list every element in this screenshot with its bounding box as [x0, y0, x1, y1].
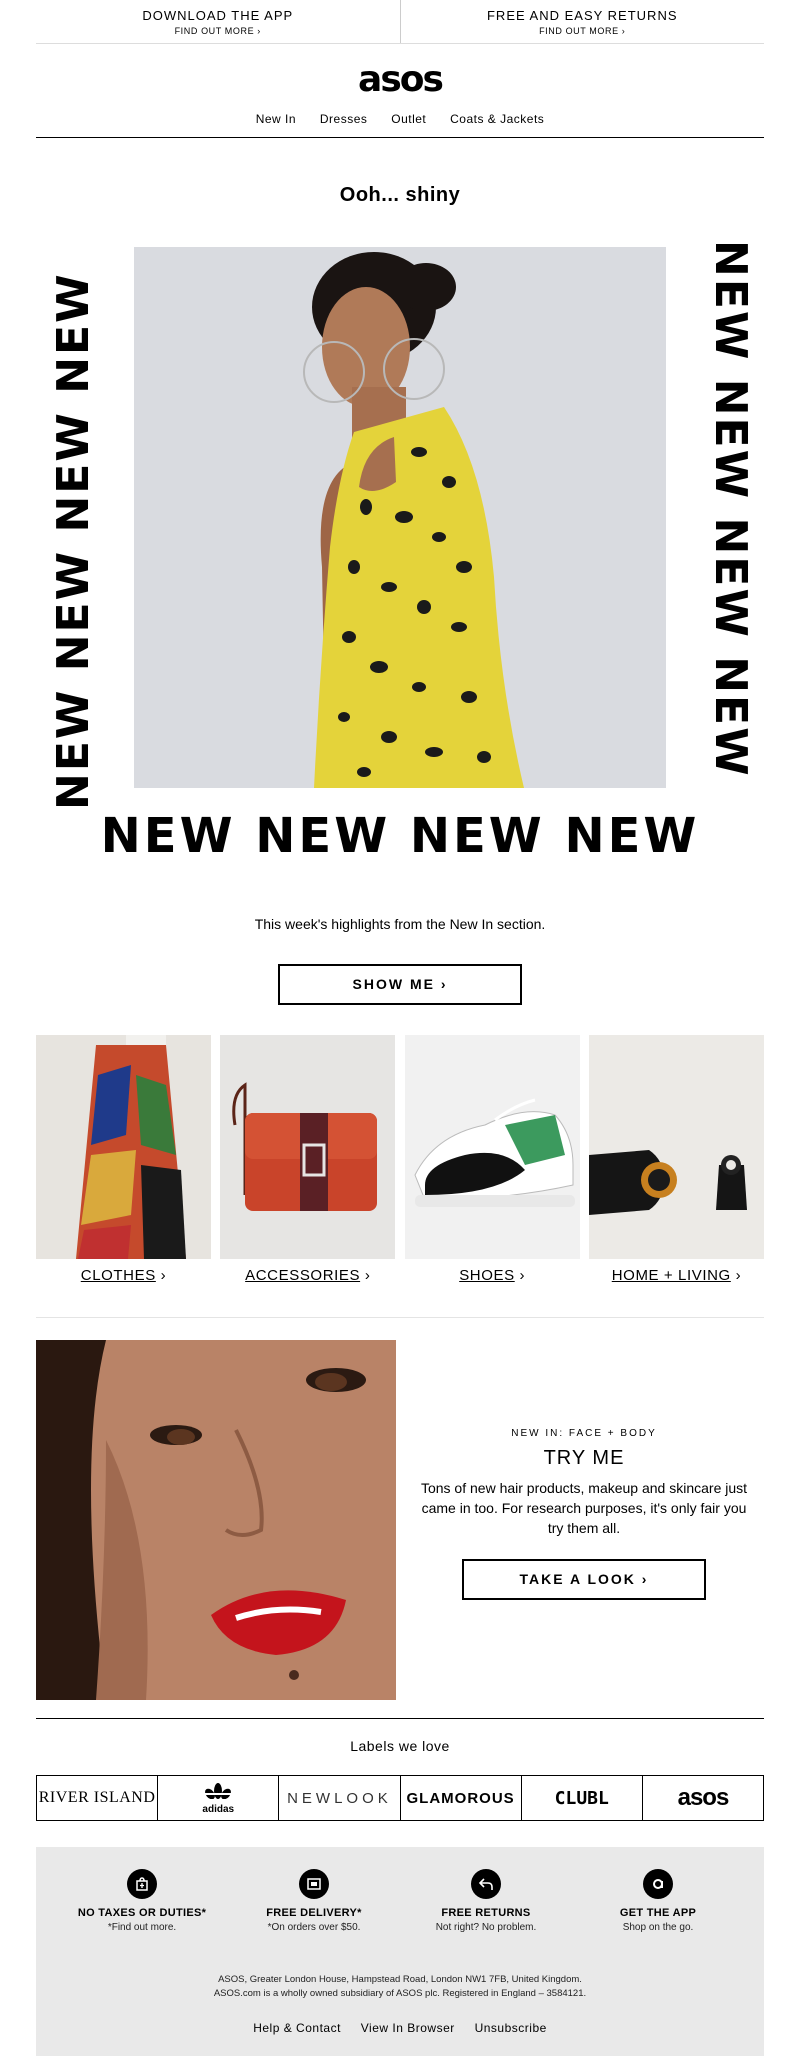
asos-app-icon: [643, 1869, 673, 1899]
brand-river-island[interactable]: RIVER ISLAND: [37, 1776, 157, 1820]
perk-get-app-sub: Shop on the go.: [622, 1922, 694, 1933]
promo-face-image[interactable]: [36, 1340, 396, 1700]
promo-body: Tons of new hair products, makeup and sk…: [420, 1480, 748, 1536]
brand-glamorous[interactable]: GLAMOROUS: [399, 1776, 521, 1820]
brand-strip: RIVER ISLAND adidas NEWLOOK GLAMOROUS CL…: [36, 1775, 764, 1821]
svg-text:asos: asos: [358, 62, 442, 98]
nav-outlet[interactable]: Outlet: [391, 112, 426, 126]
top-bar: DOWNLOAD THE APP FIND OUT MORE › FREE AN…: [36, 0, 764, 44]
main-nav: New In Dresses Outlet Coats & Jackets: [0, 112, 800, 126]
perk-get-app-title: GET THE APP: [619, 1907, 697, 1919]
address-line-2: ASOS.com is a wholly owned subsidiary of…: [213, 1988, 587, 1999]
category-home-living-label[interactable]: HOME + LIVING ›: [589, 1267, 764, 1284]
perk-get-app[interactable]: GET THE APP Shop on the go.: [578, 1869, 738, 1933]
brand-adidas-logo: adidas: [202, 1781, 235, 1815]
nav-divider: [36, 137, 764, 138]
brand-adidas[interactable]: adidas: [157, 1776, 278, 1820]
category-shoes-image[interactable]: [404, 1035, 580, 1259]
promo-text: NEW IN: FACE + BODY TRY ME Tons of new h…: [416, 1420, 752, 1538]
category-accessories-label[interactable]: ACCESSORIES ›: [220, 1267, 395, 1284]
new-text-bottom: NEW NEW NEW NEW: [100, 808, 700, 864]
adidas-trefoil-icon: [202, 1783, 235, 1800]
categories-divider: [36, 1317, 764, 1318]
perk-no-taxes-sub: *Find out more.: [107, 1922, 177, 1933]
category-shoes-label[interactable]: SHOES ›: [405, 1267, 580, 1284]
footer-link-view-browser[interactable]: View In Browser: [361, 2021, 455, 2035]
free-returns-title: FREE AND EASY RETURNS: [486, 8, 678, 23]
nav-coats-jackets[interactable]: Coats & Jackets: [450, 112, 544, 126]
brand-new-look[interactable]: NEWLOOK: [278, 1776, 399, 1820]
headline: Ooh... shiny: [339, 184, 461, 206]
brand-club-l[interactable]: CLUBL: [520, 1776, 642, 1820]
company-address: ASOS, Greater London House, Hampstead Ro…: [36, 1973, 764, 2001]
category-shoes[interactable]: SHOES ›: [404, 1035, 580, 1284]
hero-image[interactable]: [134, 247, 666, 788]
asos-logo[interactable]: asos: [0, 62, 800, 103]
brand-club-l-logo: CLUBL: [554, 1787, 609, 1809]
take-a-look-button[interactable]: TAKE A LOOK ›: [462, 1559, 706, 1600]
perks-row: NO TAXES OR DUTIES* *Find out more. FREE…: [36, 1869, 764, 1933]
category-accessories-image[interactable]: [220, 1035, 396, 1259]
delivery-truck-icon: [299, 1869, 329, 1899]
hero-model-illustration: [134, 247, 666, 788]
new-text-left: NEW NEW NEW NEW: [48, 272, 99, 810]
brand-asos-logo: asos: [677, 1784, 730, 1811]
perk-free-delivery-sub: *On orders over $50.: [267, 1922, 361, 1933]
return-arrow-icon: [471, 1869, 501, 1899]
category-clothes-label[interactable]: CLOTHES ›: [36, 1267, 211, 1284]
category-clothes-image[interactable]: [36, 1035, 211, 1259]
brand-asos[interactable]: asos: [641, 1776, 763, 1820]
free-returns-banner[interactable]: FREE AND EASY RETURNS FIND OUT MORE ›: [399, 0, 765, 43]
perk-free-delivery[interactable]: FREE DELIVERY* *On orders over $50.: [234, 1869, 394, 1933]
show-me-button[interactable]: SHOW ME ›: [278, 964, 522, 1005]
perk-free-returns-title: FREE RETURNS: [441, 1907, 531, 1919]
download-app-title: DOWNLOAD THE APP: [142, 8, 294, 23]
perk-free-returns[interactable]: FREE RETURNS Not right? No problem.: [406, 1869, 566, 1933]
asos-logo-icon: asos: [358, 62, 444, 98]
labels-divider: [36, 1718, 764, 1719]
footer: NO TAXES OR DUTIES* *Find out more. FREE…: [36, 1847, 764, 2056]
footer-link-help[interactable]: Help & Contact: [253, 2021, 341, 2035]
nav-dresses[interactable]: Dresses: [320, 112, 368, 126]
labels-title: Labels we love: [350, 1738, 450, 1754]
tax-bag-icon: [127, 1869, 157, 1899]
brand-river-island-logo: RIVER ISLAND: [38, 1789, 156, 1806]
nav-new-in[interactable]: New In: [256, 112, 296, 126]
promo-kicker: NEW IN: FACE + BODY: [511, 1428, 657, 1439]
category-clothes[interactable]: CLOTHES ›: [36, 1035, 211, 1284]
free-returns-link[interactable]: FIND OUT MORE ›: [401, 26, 765, 36]
perk-free-returns-sub: Not right? No problem.: [435, 1922, 537, 1933]
category-grid: CLOTHES › ACCESSORIES › SHOES › HOME + L…: [36, 1035, 764, 1284]
download-app-link[interactable]: FIND OUT MORE ›: [36, 26, 400, 36]
category-accessories[interactable]: ACCESSORIES ›: [220, 1035, 396, 1284]
promo-title: TRY ME: [543, 1447, 625, 1469]
download-app-banner[interactable]: DOWNLOAD THE APP FIND OUT MORE ›: [36, 0, 400, 43]
category-home-living-image[interactable]: [588, 1035, 764, 1259]
highlight-text: This week's highlights from the New In s…: [254, 916, 546, 932]
new-text-right: NEW NEW NEW NEW: [705, 240, 756, 778]
brand-new-look-logo: NEWLOOK: [287, 1789, 392, 1807]
footer-link-unsubscribe[interactable]: Unsubscribe: [475, 2021, 547, 2035]
perk-no-taxes[interactable]: NO TAXES OR DUTIES* *Find out more.: [62, 1869, 222, 1933]
perk-no-taxes-title: NO TAXES OR DUTIES*: [77, 1907, 207, 1919]
address-line-1: ASOS, Greater London House, Hampstead Ro…: [218, 1974, 582, 1985]
footer-links: Help & Contact View In Browser Unsubscri…: [36, 2021, 764, 2035]
category-home-living[interactable]: HOME + LIVING ›: [588, 1035, 764, 1284]
perk-free-delivery-title: FREE DELIVERY*: [266, 1907, 362, 1919]
brand-glamorous-logo: GLAMOROUS: [406, 1789, 515, 1807]
